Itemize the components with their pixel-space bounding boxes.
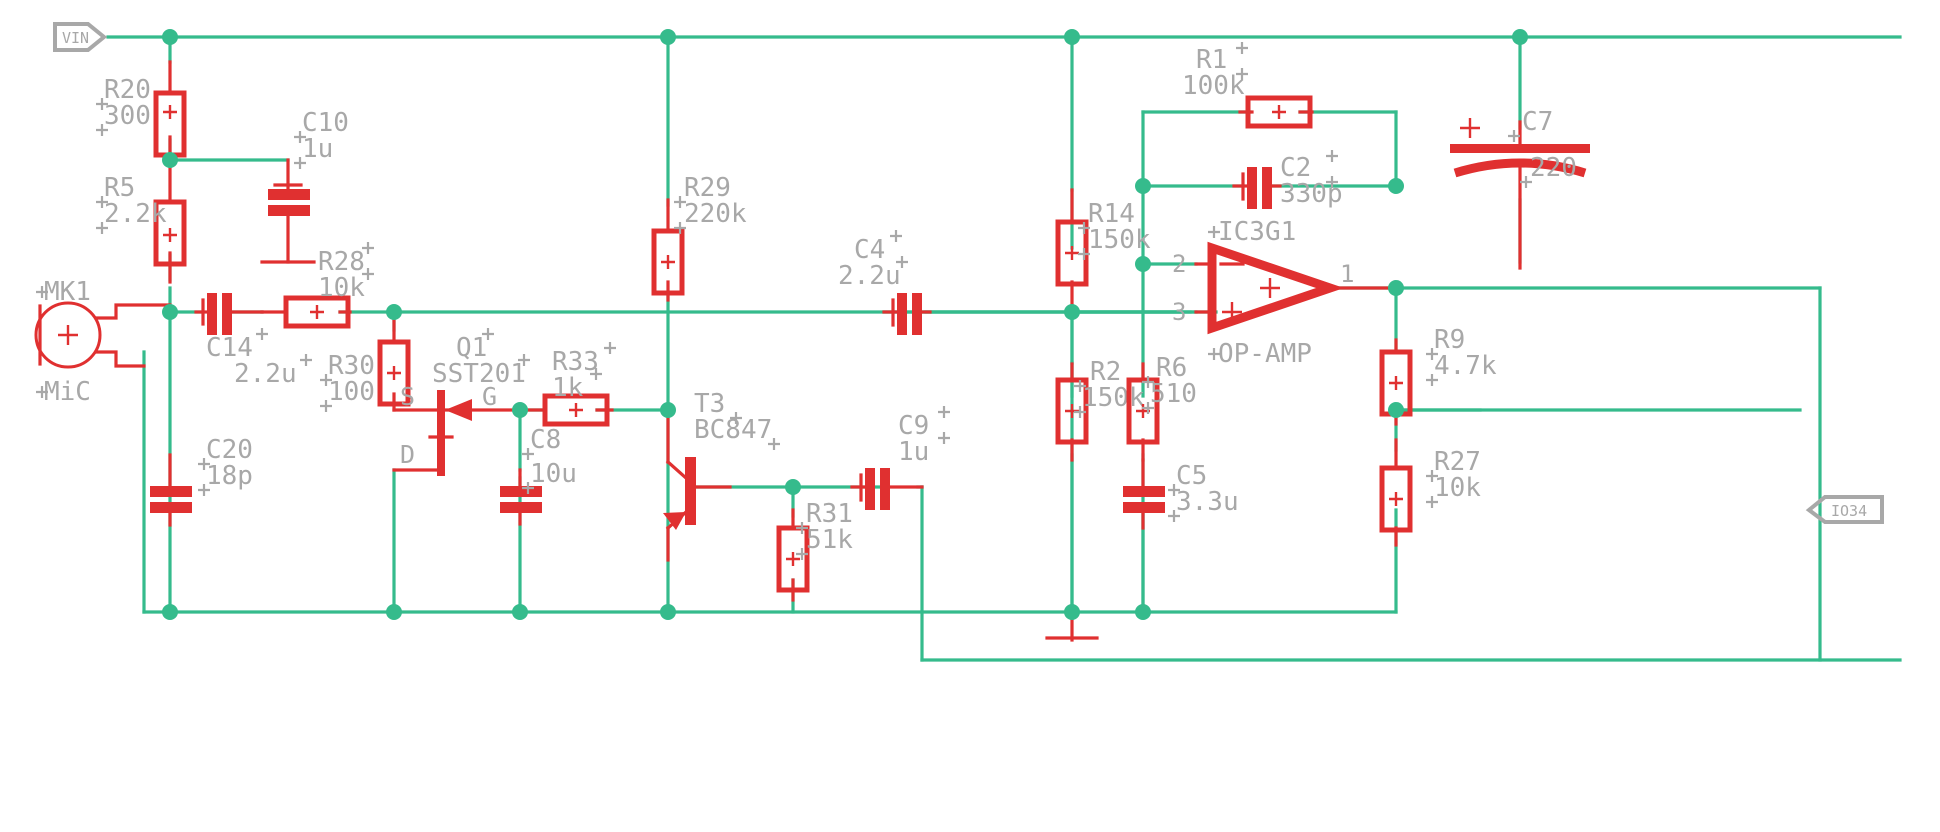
component-t3-npn-transistor[interactable]: T3 BC847 xyxy=(663,389,780,562)
opamp-pin2-number: 2 xyxy=(1172,250,1186,278)
r29-value: 220k xyxy=(684,199,747,229)
c8-ref: C8 xyxy=(530,425,561,455)
r2-value: 150k xyxy=(1082,383,1145,413)
r9-value: 4.7k xyxy=(1434,351,1497,381)
c14-value: 2.2u xyxy=(234,359,297,389)
component-r5[interactable]: R5 2.2k xyxy=(96,163,187,284)
r6-value: 510 xyxy=(1150,379,1197,409)
component-r31[interactable]: R31 51k xyxy=(776,499,853,602)
circuit-schematic-canvas: VIN R20 300 R5 2.2k C10 1u R28 10k MK1 M… xyxy=(0,0,1940,832)
ic3g1-ref: IC3G1 xyxy=(1218,217,1296,247)
q1-drain-pin-label: D xyxy=(400,440,415,469)
component-c4[interactable]: C4 2.2u xyxy=(838,230,932,335)
c2-value: 330p xyxy=(1280,179,1343,209)
mk1-value: MiC xyxy=(44,377,91,407)
component-mk1-microphone[interactable]: MK1 MiC xyxy=(34,277,172,407)
component-c8[interactable]: C8 10u xyxy=(500,425,577,526)
vin-port-label: VIN xyxy=(62,29,89,47)
opamp-pin1-number: 1 xyxy=(1340,260,1354,288)
r5-value: 2.2k xyxy=(104,199,167,229)
component-r2[interactable]: R2 150k xyxy=(1055,357,1145,462)
q1-source-pin-label: S xyxy=(400,382,415,411)
r31-value: 51k xyxy=(806,525,853,555)
vin-port[interactable]: VIN xyxy=(53,22,108,52)
r28-value: 10k xyxy=(318,273,365,303)
component-r14[interactable]: R14 150k xyxy=(1055,188,1151,318)
r1-value: 100k xyxy=(1182,71,1245,101)
component-c2[interactable]: C2 330p xyxy=(1232,150,1343,209)
c7-value: 220 xyxy=(1530,153,1577,183)
t3-value: BC847 xyxy=(694,415,772,445)
component-c9[interactable]: C9 1u xyxy=(850,406,950,510)
mk1-ref: MK1 xyxy=(44,277,91,307)
c9-value: 1u xyxy=(898,437,929,467)
q1-value: SST201 xyxy=(432,359,526,389)
ic3g1-value: OP-AMP xyxy=(1218,339,1312,369)
c7-ref: C7 xyxy=(1522,107,1553,137)
component-c14[interactable]: C14 2.2u xyxy=(194,293,312,389)
opamp-pin3-number: 3 xyxy=(1172,298,1186,326)
c20-value: 18p xyxy=(206,461,253,491)
component-c7-polarized[interactable]: C7 220 xyxy=(1450,107,1590,270)
r33-value: 1k xyxy=(552,373,584,403)
component-c20[interactable]: C20 18p xyxy=(150,435,253,527)
component-r33[interactable]: R33 1k xyxy=(518,342,616,427)
c8-value: 10u xyxy=(530,459,577,489)
r14-value: 150k xyxy=(1088,225,1151,255)
net-wires xyxy=(106,35,1902,662)
component-c10[interactable]: C10 1u xyxy=(268,108,349,264)
component-c5[interactable]: C5 3.3u xyxy=(1123,458,1239,530)
component-q1-jfet[interactable]: S D G Q1 SST201 xyxy=(392,328,530,476)
c4-value: 2.2u xyxy=(838,261,901,291)
c10-value: 1u xyxy=(302,134,333,164)
io34-port-label: IO34 xyxy=(1831,502,1867,520)
r27-value: 10k xyxy=(1434,473,1481,503)
r20-value: 300 xyxy=(104,101,151,131)
component-ic3g1-opamp[interactable]: 2 3 1 IC3G1 OP-AMP xyxy=(1172,217,1398,369)
c5-value: 3.3u xyxy=(1176,487,1239,517)
component-r27[interactable]: R27 10k xyxy=(1379,438,1481,547)
component-r20[interactable]: R20 300 xyxy=(96,60,187,164)
r30-value: 100 xyxy=(328,377,375,407)
